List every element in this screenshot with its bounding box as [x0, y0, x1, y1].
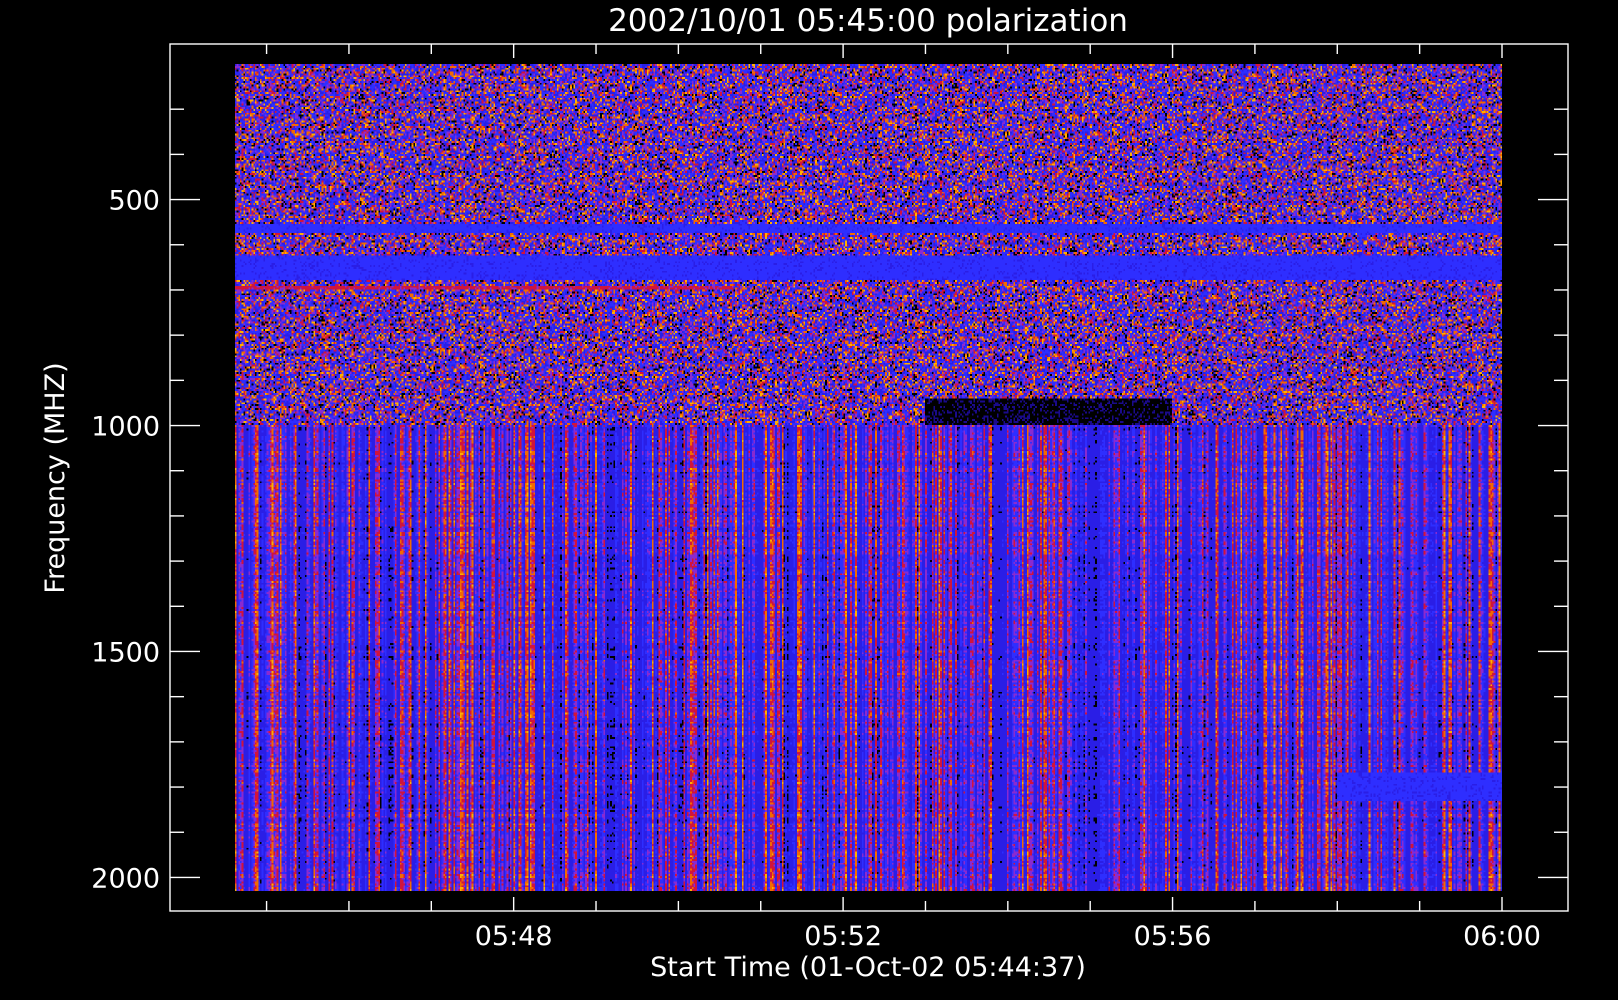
y-tick-label: 1000 [91, 412, 160, 443]
chart-title: 2002/10/01 05:45:00 polarization [608, 3, 1128, 39]
y-axis-label: Frequency (MHZ) [40, 362, 71, 593]
x-tick-label: 05:52 [804, 921, 882, 952]
x-axis-label: Start Time (01-Oct-02 05:44:37) [650, 952, 1086, 983]
y-tick-label: 1500 [91, 637, 160, 668]
y-tick-label: 500 [108, 186, 160, 217]
x-tick-label: 06:00 [1463, 921, 1541, 952]
y-tick-label: 2000 [91, 863, 160, 894]
spectrogram-chart: 2002/10/01 05:45:00 polarization 05:48 05… [40, 3, 1569, 983]
spectrogram-heatmap [235, 64, 1502, 891]
x-tick-label: 05:48 [475, 921, 553, 952]
x-tick-label: 05:56 [1134, 921, 1212, 952]
